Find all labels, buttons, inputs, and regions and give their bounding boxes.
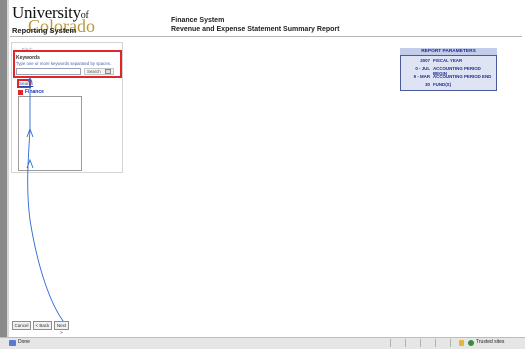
- status-text: Done: [18, 339, 30, 345]
- trusted-zone-icon: [468, 340, 474, 346]
- next-button[interactable]: Next >: [54, 321, 69, 335]
- back-button[interactable]: < Back: [33, 321, 52, 330]
- annotation-arrows: [26, 76, 69, 328]
- status-separator: [405, 339, 406, 347]
- status-bar: [0, 337, 525, 349]
- browser-window: Universityof Colorado Reporting System F…: [0, 0, 525, 349]
- status-separator: [435, 339, 436, 347]
- security-zone-text: Trusted sites: [476, 339, 505, 345]
- lock-icon: [459, 340, 464, 346]
- status-separator: [420, 339, 421, 347]
- status-separator: [450, 339, 451, 347]
- status-separator: [390, 339, 391, 347]
- annotation-arrow-long: [27, 92, 69, 328]
- page-done-icon: [9, 340, 16, 346]
- cancel-button[interactable]: Cancel: [12, 321, 31, 330]
